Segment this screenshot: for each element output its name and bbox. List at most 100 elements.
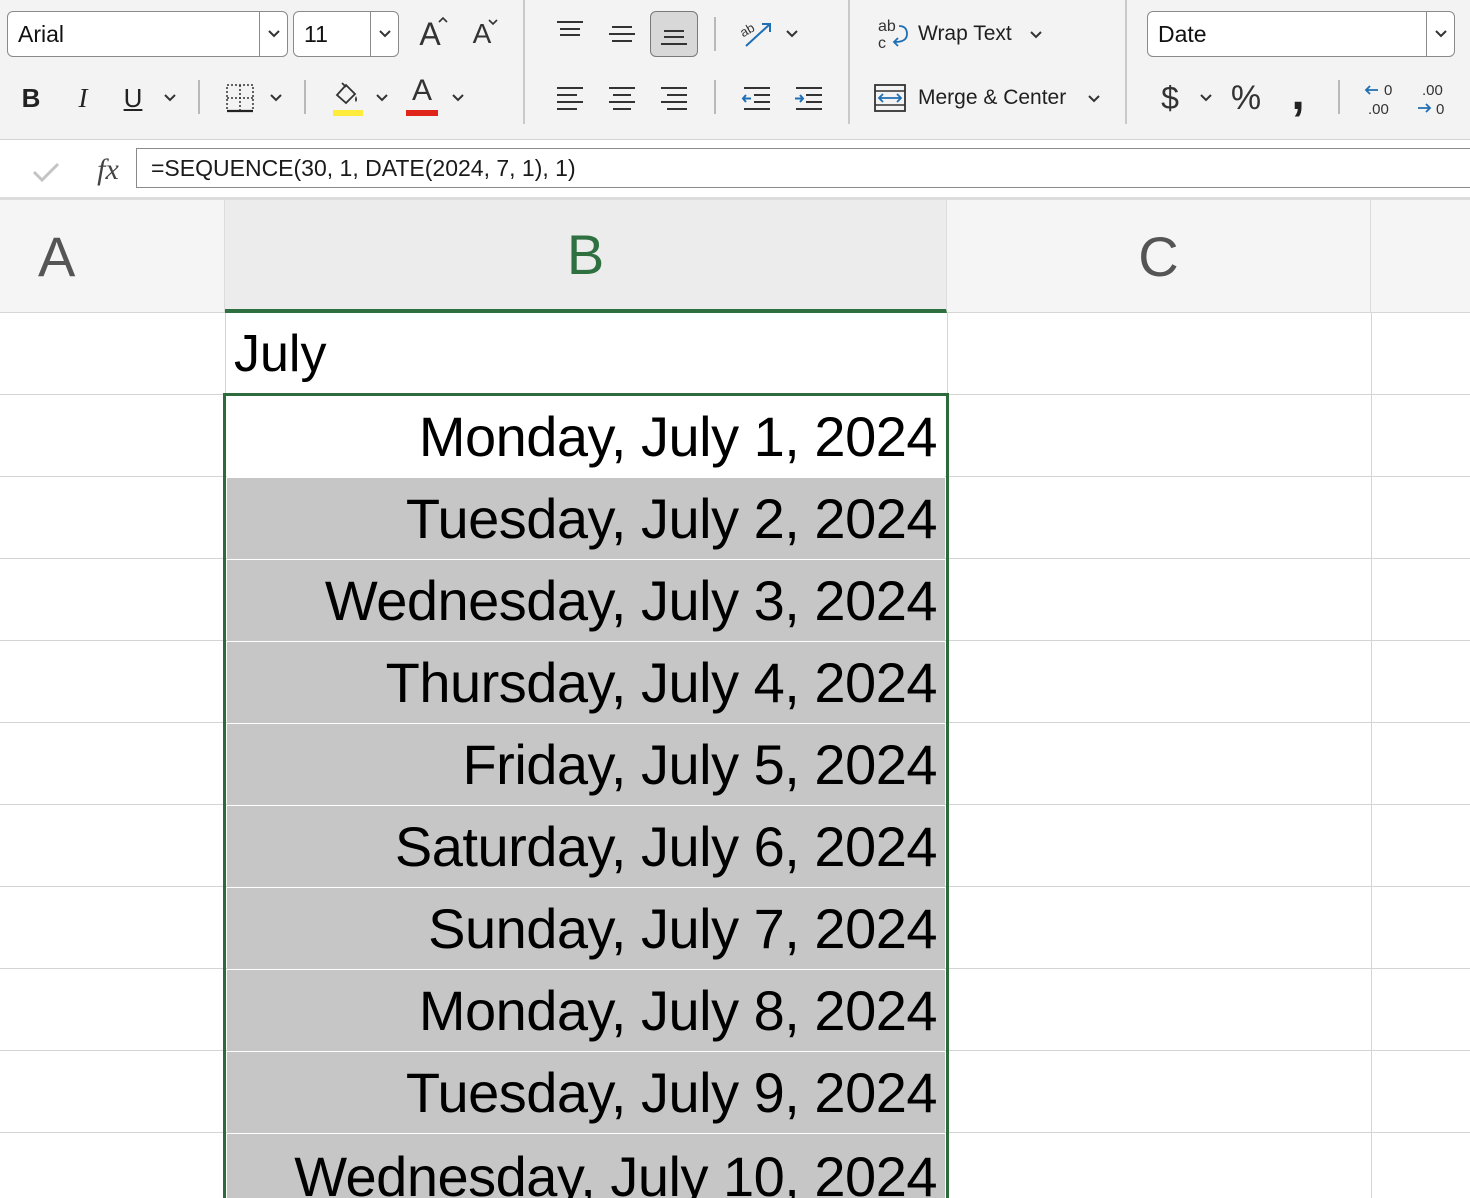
enter-check-icon[interactable] <box>28 154 64 190</box>
chevron-down-icon[interactable] <box>259 12 287 56</box>
separator <box>1338 80 1340 114</box>
cell-b8[interactable]: Sunday, July 7, 2024 <box>227 888 945 969</box>
separator <box>198 80 200 114</box>
cell-b11[interactable]: Wednesday, July 10, 2024 <box>227 1134 945 1198</box>
separator <box>304 80 306 114</box>
paint-bucket-icon <box>333 82 363 116</box>
increase-decimal-icon: 0 .00 <box>1364 82 1392 118</box>
italic-icon: I <box>78 82 88 113</box>
formula-input[interactable]: =SEQUENCE(30, 1, DATE(2024, 7, 1), 1) <box>136 148 1470 188</box>
currency-chevron-icon[interactable] <box>1196 86 1216 110</box>
svg-text:ab: ab <box>878 18 896 35</box>
align-bottom-icon <box>661 30 687 45</box>
font-name-value: Arial <box>18 20 65 47</box>
shrink-font-button[interactable]: A <box>462 14 502 54</box>
font-name-dropdown[interactable]: Arial <box>7 11 288 57</box>
gridline <box>947 313 948 1198</box>
align-right-icon <box>661 87 687 110</box>
chevron-down-icon[interactable] <box>1426 12 1454 56</box>
number-format-dropdown[interactable]: Date <box>1147 11 1455 57</box>
column-header-c[interactable]: C <box>947 200 1371 313</box>
font-color-button[interactable]: A <box>402 74 442 118</box>
ribbon-toolbar: Arial 11 A A B I U A ab ab c Wrap Text M… <box>0 0 1470 140</box>
borders-icon <box>226 84 254 113</box>
increase-indent-icon <box>795 87 822 110</box>
align-middle-icon <box>609 26 635 42</box>
svg-text:.00: .00 <box>1368 101 1389 118</box>
orientation-button[interactable]: ab <box>736 14 776 54</box>
percent-button[interactable]: % <box>1226 76 1266 120</box>
align-bottom-button[interactable] <box>650 11 698 57</box>
font-color-chevron-icon[interactable] <box>448 86 468 110</box>
align-center-icon <box>609 87 635 110</box>
fill-color-chevron-icon[interactable] <box>372 86 392 110</box>
formula-bar: fx =SEQUENCE(30, 1, DATE(2024, 7, 1), 1) <box>0 140 1470 200</box>
decrease-indent-button[interactable] <box>736 78 776 118</box>
underline-icon: U <box>123 82 143 113</box>
group-separator <box>1125 0 1127 124</box>
italic-button[interactable]: I <box>66 78 100 118</box>
cell-b3[interactable]: Tuesday, July 2, 2024 <box>227 478 945 559</box>
insert-function-button[interactable]: fx <box>88 150 128 190</box>
font-color-swatch <box>406 110 438 116</box>
decrease-decimal-icon: .00 0 <box>1418 82 1444 118</box>
align-top-icon <box>557 21 583 36</box>
font-size-dropdown[interactable]: 11 <box>293 11 399 57</box>
align-right-button[interactable] <box>654 78 694 118</box>
merge-center-chevron-icon[interactable] <box>1084 88 1104 110</box>
cell-b4[interactable]: Wednesday, July 3, 2024 <box>227 560 945 641</box>
dollar-icon: $ <box>1161 79 1179 116</box>
increase-decimal-button[interactable]: 0 .00 <box>1360 76 1404 120</box>
comma-style-button[interactable]: , <box>1280 67 1316 120</box>
separator <box>714 80 716 114</box>
font-color-icon: A <box>411 74 432 107</box>
number-format-value: Date <box>1158 20 1207 47</box>
wrap-text-button[interactable]: Wrap Text <box>918 22 1012 46</box>
gridline <box>225 313 226 1198</box>
decrease-indent-icon <box>741 87 770 110</box>
fx-icon: fx <box>97 153 119 186</box>
borders-button[interactable] <box>220 78 260 118</box>
text-orientation-icon: ab <box>738 20 771 47</box>
merge-center-button[interactable]: Merge & Center <box>918 86 1066 110</box>
group-separator <box>848 0 850 124</box>
column-header-b[interactable]: B <box>225 200 947 313</box>
increase-indent-button[interactable] <box>788 78 828 118</box>
svg-text:ab: ab <box>738 20 757 40</box>
cell-b9[interactable]: Monday, July 8, 2024 <box>227 970 945 1051</box>
align-left-button[interactable] <box>550 78 590 118</box>
svg-text:0: 0 <box>1436 101 1444 118</box>
underline-button[interactable]: U <box>116 78 150 118</box>
chevron-down-icon[interactable] <box>370 12 398 56</box>
cell-b1[interactable]: July <box>227 314 945 394</box>
borders-chevron-icon[interactable] <box>266 86 286 110</box>
cell-b7[interactable]: Saturday, July 6, 2024 <box>227 806 945 887</box>
decrease-decimal-button[interactable]: .00 0 <box>1412 76 1456 120</box>
wrap-text-icon: ab c <box>874 14 910 54</box>
column-header-a[interactable]: A <box>0 200 225 313</box>
cell-b10[interactable]: Tuesday, July 9, 2024 <box>227 1052 945 1133</box>
grow-font-button[interactable]: A <box>410 14 450 54</box>
merge-center-icon <box>872 80 908 116</box>
font-size-value: 11 <box>304 20 328 47</box>
cell-b6[interactable]: Friday, July 5, 2024 <box>227 724 945 805</box>
cell-b2-active[interactable]: Monday, July 1, 2024 <box>227 396 945 477</box>
orientation-chevron-icon[interactable] <box>782 22 802 46</box>
percent-icon: % <box>1230 78 1262 117</box>
align-middle-button[interactable] <box>602 14 642 54</box>
gridline <box>1371 313 1372 1198</box>
underline-options-chevron-icon[interactable] <box>160 86 180 110</box>
comma-icon: , <box>1291 67 1305 120</box>
bold-icon: B <box>21 82 41 113</box>
gridline <box>0 394 1470 395</box>
fill-color-button[interactable] <box>326 76 366 118</box>
column-header-d[interactable] <box>1371 200 1470 313</box>
align-center-button[interactable] <box>602 78 642 118</box>
cell-b5[interactable]: Thursday, July 4, 2024 <box>227 642 945 723</box>
currency-button[interactable]: $ <box>1152 76 1188 120</box>
group-separator <box>523 0 525 124</box>
align-top-button[interactable] <box>550 12 590 52</box>
align-left-icon <box>557 87 583 110</box>
bold-button[interactable]: B <box>14 78 48 118</box>
wrap-text-chevron-icon[interactable] <box>1026 24 1046 46</box>
